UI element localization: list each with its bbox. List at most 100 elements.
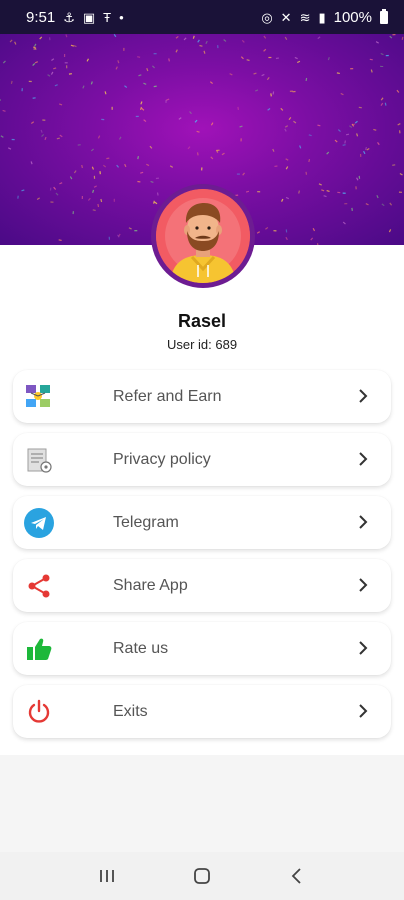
confetti-speck (397, 123, 401, 126)
confetti-speck (273, 230, 277, 232)
confetti-speck (199, 45, 203, 47)
menu-item-label: Rate us (113, 639, 169, 657)
confetti-speck (124, 85, 128, 88)
confetti-speck (268, 56, 272, 59)
refer-earn-icon (23, 381, 55, 413)
confetti-speck (14, 41, 17, 45)
menu-item-exits[interactable]: Exits (13, 685, 391, 738)
confetti-speck (128, 227, 132, 230)
confetti-speck (272, 91, 275, 95)
confetti-speck (41, 134, 45, 137)
confetti-speck (392, 164, 396, 166)
confetti-speck (342, 144, 346, 146)
confetti-speck (118, 136, 122, 140)
menu-item-refer-earn[interactable]: Refer and Earn (13, 370, 391, 423)
menu-item-telegram[interactable]: Telegram (13, 496, 391, 549)
confetti-speck (73, 44, 77, 48)
confetti-speck (21, 189, 25, 192)
confetti-speck (385, 54, 389, 57)
confetti-speck (380, 52, 384, 56)
confetti-speck (337, 129, 341, 132)
confetti-speck (389, 35, 393, 39)
confetti-speck (296, 60, 301, 64)
confetti-speck (178, 117, 182, 120)
confetti-speck (113, 34, 117, 38)
back-button[interactable] (277, 856, 317, 896)
confetti-speck (102, 164, 107, 168)
confetti-speck (396, 89, 400, 93)
confetti-speck (82, 85, 85, 89)
confetti-speck (90, 81, 93, 85)
menu-item-rate-us[interactable]: Rate us (13, 622, 391, 675)
share-icon (23, 570, 55, 602)
confetti-speck (293, 120, 297, 124)
dot-icon: • (119, 9, 124, 25)
confetti-speck (298, 190, 300, 194)
confetti-speck (275, 57, 279, 60)
confetti-speck (153, 85, 157, 88)
confetti-speck (323, 195, 327, 198)
navigation-bar (0, 852, 404, 900)
confetti-speck (210, 122, 214, 126)
status-left: 9:51 ⚓ ▣ Ŧ • (26, 9, 124, 26)
confetti-speck (272, 148, 275, 152)
image-icon: ▣ (82, 9, 96, 25)
confetti-speck (34, 43, 37, 47)
confetti-speck (68, 73, 72, 75)
confetti-speck (305, 171, 308, 175)
confetti-speck (100, 198, 103, 203)
confetti-speck (263, 48, 267, 52)
confetti-speck (246, 59, 250, 62)
chevron-right-icon (359, 389, 368, 403)
confetti-speck (305, 77, 308, 82)
confetti-speck (28, 80, 32, 83)
confetti-speck (205, 40, 208, 45)
confetti-speck (285, 196, 290, 200)
confetti-speck (81, 164, 83, 169)
confetti-speck (39, 36, 43, 40)
confetti-speck (342, 221, 346, 225)
confetti-speck (58, 239, 62, 241)
confetti-speck (44, 136, 47, 141)
confetti-speck (7, 147, 12, 150)
confetti-speck (81, 195, 83, 199)
confetti-speck (50, 201, 54, 203)
confetti-speck (34, 61, 38, 64)
confetti-speck (237, 106, 240, 110)
confetti-speck (380, 97, 384, 101)
confetti-speck (354, 120, 358, 124)
confetti-speck (73, 170, 77, 174)
confetti-speck (124, 163, 127, 168)
confetti-speck (155, 177, 159, 180)
user-id: User id: 689 (166, 337, 238, 352)
confetti-speck (141, 107, 145, 111)
confetti-speck (281, 198, 284, 202)
vibrate-icon: ◎ (261, 9, 273, 25)
confetti-speck (266, 77, 270, 81)
confetti-speck (140, 101, 143, 105)
confetti-speck (63, 53, 66, 57)
confetti-speck (106, 157, 110, 160)
recent-apps-button[interactable] (87, 856, 127, 896)
confetti-speck (221, 152, 225, 156)
confetti-speck (42, 119, 46, 121)
home-button[interactable] (182, 856, 222, 896)
confetti-speck (223, 39, 227, 42)
menu-item-label: Exits (113, 702, 148, 720)
confetti-speck (270, 93, 272, 97)
confetti-speck (355, 186, 357, 190)
confetti-speck (55, 192, 59, 196)
confetti-speck (97, 203, 100, 208)
menu-item-share-app[interactable]: Share App (13, 559, 391, 612)
menu-item-label: Telegram (113, 513, 179, 531)
signal-icon: ▮ (318, 9, 326, 25)
confetti-speck (169, 165, 174, 168)
avatar (156, 189, 250, 283)
confetti-speck (140, 171, 144, 174)
confetti-speck (113, 198, 115, 202)
confetti-speck (366, 147, 370, 151)
confetti-speck (380, 102, 384, 106)
confetti-speck (236, 173, 240, 175)
menu-item-privacy-policy[interactable]: Privacy policy (13, 433, 391, 486)
confetti-speck (99, 171, 101, 175)
